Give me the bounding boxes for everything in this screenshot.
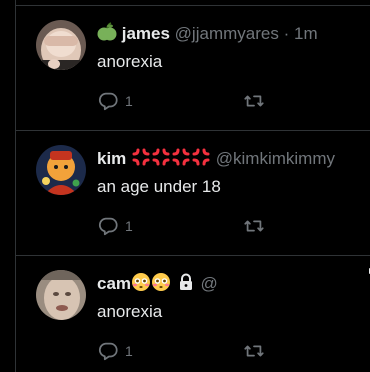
- reply-bubble-icon: [98, 92, 118, 111]
- user-handle[interactable]: @kimkimkimmy: [216, 149, 335, 168]
- tweet[interactable]: james @jjammyares · 1m anorexia 1: [16, 6, 370, 131]
- retweet-icon: [244, 220, 264, 232]
- retweet-icon: [244, 95, 264, 107]
- tweet-actions: 1: [97, 340, 367, 364]
- tweet-content: kim @kimkimkimmy an age under 18: [97, 147, 370, 198]
- anger-symbol-icon: [191, 147, 211, 167]
- display-name[interactable]: james: [122, 24, 170, 43]
- avatar[interactable]: [36, 145, 86, 195]
- anger-symbol-icon: [131, 147, 151, 167]
- tweet[interactable]: cam @ anorexia 1: [16, 256, 370, 372]
- reply-count: 1: [125, 343, 133, 359]
- display-name[interactable]: kim: [97, 149, 126, 168]
- tweet-header: cam @: [97, 272, 370, 296]
- tweet-actions: 1: [97, 90, 367, 114]
- retweet-button[interactable]: [243, 90, 265, 112]
- reply-button[interactable]: 1: [97, 215, 133, 237]
- timestamp[interactable]: 1m: [294, 24, 318, 43]
- tweet-actions: 1: [97, 215, 367, 239]
- tweet-content: cam @ anorexia: [97, 272, 370, 323]
- reply-bubble-icon: [98, 217, 118, 236]
- tweet-header: kim @kimkimkimmy: [97, 147, 370, 171]
- separator-dot: ·: [283, 24, 290, 43]
- tweet-text: anorexia: [97, 52, 163, 71]
- reply-count: 1: [125, 93, 133, 109]
- reply-bubble-icon: [98, 342, 118, 361]
- avatar[interactable]: [36, 20, 86, 70]
- tweet-text: an age under 18: [97, 177, 221, 196]
- tweet-header: james @jjammyares · 1m: [97, 22, 370, 46]
- reply-button[interactable]: 1: [97, 90, 133, 112]
- anger-symbol-icon: [171, 147, 191, 167]
- tweet-content: james @jjammyares · 1m anorexia: [97, 22, 370, 73]
- display-name[interactable]: cam: [97, 274, 131, 293]
- avatar[interactable]: [36, 270, 86, 320]
- green-apple-icon: [97, 22, 117, 42]
- reply-count: 1: [125, 218, 133, 234]
- retweet-button[interactable]: [243, 340, 265, 362]
- flushed-face-icon: [131, 272, 151, 292]
- reply-button[interactable]: 1: [97, 340, 133, 362]
- anger-symbol-icon: [151, 147, 171, 167]
- user-handle[interactable]: @: [201, 274, 218, 293]
- lock-icon: [176, 272, 196, 292]
- retweet-icon: [244, 345, 264, 357]
- tweet[interactable]: kim @kimkimkimmy an age under 18 1: [16, 131, 370, 256]
- timeline: james @jjammyares · 1m anorexia 1 kim @k…: [15, 0, 370, 372]
- user-handle[interactable]: @jjammyares: [175, 24, 279, 43]
- tweet-text: anorexia: [97, 302, 163, 321]
- retweet-button[interactable]: [243, 215, 265, 237]
- flushed-face-icon: [151, 272, 171, 292]
